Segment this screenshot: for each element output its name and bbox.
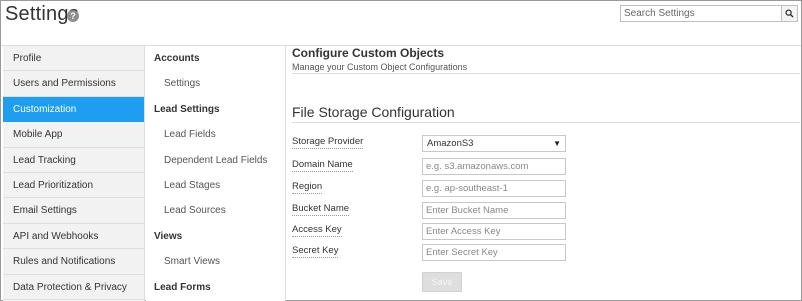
secret-key-row: Secret Key: [292, 244, 800, 264]
secret-key-label: Secret Key: [292, 245, 339, 258]
file-storage-title: File Storage Configuration: [292, 104, 455, 120]
sidebar-item-profile[interactable]: Profile: [3, 46, 144, 72]
customization-subnav: Accounts Settings Lead Settings Lead Fie…: [146, 46, 286, 301]
access-key-row: Access Key: [292, 223, 800, 243]
storage-provider-row: Storage Provider AmazonS3 ▼: [292, 135, 800, 155]
search-input[interactable]: [621, 6, 781, 21]
dropdown-caret-icon: ▼: [553, 139, 561, 148]
section-subtitle: Manage your Custom Object Configurations: [292, 62, 468, 72]
search-icon: [785, 9, 794, 18]
storage-provider-select[interactable]: AmazonS3 ▼: [422, 135, 566, 152]
access-key-input[interactable]: [422, 223, 566, 240]
subnav-item-lead-sources[interactable]: Lead Sources: [146, 198, 285, 223]
domain-name-input[interactable]: [422, 158, 566, 175]
domain-name-label: Domain Name: [292, 159, 353, 172]
region-label: Region: [292, 181, 323, 194]
search-box: [620, 5, 798, 22]
settings-sidebar: Profile Users and Permissions Customizat…: [3, 46, 145, 301]
sidebar-item-lead-tracking[interactable]: Lead Tracking: [3, 148, 144, 173]
region-row: Region: [292, 180, 800, 200]
sidebar-item-customization[interactable]: Customization: [3, 96, 144, 123]
bucket-name-label: Bucket Name: [292, 203, 350, 216]
subnav-section-lead-settings: Lead Settings: [154, 103, 220, 115]
save-button[interactable]: Save: [422, 272, 462, 292]
main-content: Configure Custom Objects Manage your Cus…: [292, 46, 800, 301]
sidebar-item-lead-prioritization[interactable]: Lead Prioritization: [3, 173, 144, 199]
sidebar-item-email-settings[interactable]: Email Settings: [3, 198, 144, 224]
bucket-name-row: Bucket Name: [292, 202, 800, 222]
section-divider: [292, 73, 800, 74]
subnav-item-lead-fields[interactable]: Lead Fields: [146, 122, 285, 147]
sidebar-item-rules-and-notifications[interactable]: Rules and Notifications: [3, 249, 144, 275]
file-storage-divider: [292, 122, 800, 123]
bucket-name-input[interactable]: [422, 202, 566, 219]
access-key-label: Access Key: [292, 224, 342, 237]
subnav-section-lead-forms: Lead Forms: [154, 281, 211, 293]
header: Settings ?: [1, 1, 801, 29]
region-input[interactable]: [422, 180, 566, 197]
sidebar-item-mobile-app[interactable]: Mobile App: [3, 122, 144, 148]
subnav-section-views: Views: [154, 230, 183, 242]
subnav-section-accounts: Accounts: [154, 53, 200, 64]
storage-provider-label: Storage Provider: [292, 136, 364, 149]
sidebar-item-data-protection[interactable]: Data Protection & Privacy: [3, 275, 144, 300]
subnav-item-smart-views[interactable]: Smart Views: [146, 249, 285, 274]
subnav-item-settings[interactable]: Settings: [146, 71, 285, 96]
search-button[interactable]: [781, 6, 797, 21]
sidebar-item-users-and-permissions[interactable]: Users and Permissions: [3, 71, 144, 97]
section-title: Configure Custom Objects: [292, 46, 445, 60]
secret-key-input[interactable]: [422, 244, 566, 261]
help-icon[interactable]: ?: [67, 10, 79, 22]
sidebar-item-api-and-webhooks[interactable]: API and Webhooks: [3, 224, 144, 250]
subnav-item-dependent-lead-fields[interactable]: Dependent Lead Fields: [146, 148, 285, 173]
storage-provider-value: AmazonS3: [427, 138, 474, 149]
subnav-item-lead-stages[interactable]: Lead Stages: [146, 173, 285, 198]
domain-name-row: Domain Name: [292, 158, 800, 178]
